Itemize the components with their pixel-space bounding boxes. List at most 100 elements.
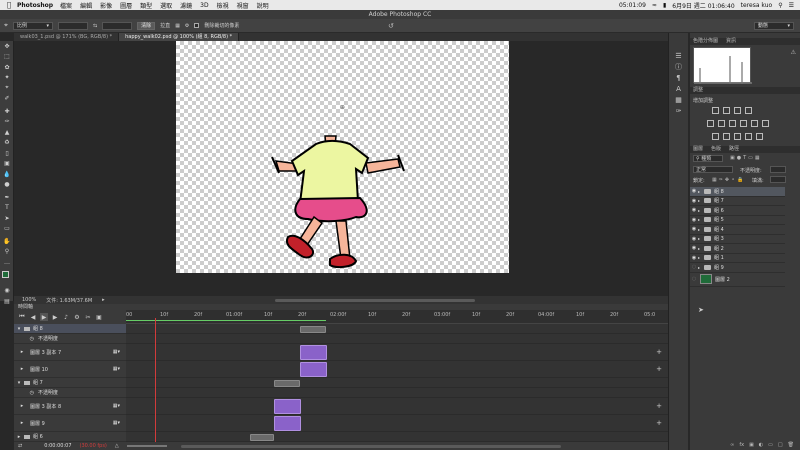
layer-clip[interactable] xyxy=(274,399,301,414)
healing-brush-tool-icon[interactable]: ✚ xyxy=(0,106,14,117)
height-input[interactable] xyxy=(102,21,133,30)
eye-icon[interactable]: ◉ xyxy=(690,188,698,194)
eye-icon[interactable]: ○ xyxy=(690,264,698,270)
shape-tool-icon[interactable]: ▭ xyxy=(0,224,14,235)
gradient-map-icon[interactable] xyxy=(745,133,752,140)
exposure-icon[interactable] xyxy=(745,107,752,114)
zoom-tool-icon[interactable]: ⚲ xyxy=(0,247,14,258)
add-media-icon[interactable]: + xyxy=(656,402,662,410)
threshold-icon[interactable] xyxy=(734,133,741,140)
info-panel-icon[interactable]: ⓘ xyxy=(669,62,688,73)
brush-panel-icon[interactable]: ✑ xyxy=(669,106,688,117)
brightness-icon[interactable] xyxy=(712,107,719,114)
group-clip[interactable] xyxy=(250,434,274,441)
layer-filter-icons[interactable]: ▣●T▭▦ xyxy=(730,155,762,161)
reset-icon[interactable]: ↺ xyxy=(388,22,394,30)
eye-icon[interactable]: ◉ xyxy=(690,226,698,232)
hue-saturation-icon[interactable] xyxy=(718,120,725,127)
blend-mode-select[interactable]: 正常 xyxy=(693,166,733,173)
wifi-icon[interactable]: ≈ xyxy=(652,2,657,9)
clear-button[interactable]: 清除 xyxy=(137,21,156,30)
timeline-layer-row[interactable]: ▸ 圖層 9 ▦▾ xyxy=(14,415,126,432)
histogram-refresh-icon[interactable]: ⚠ xyxy=(791,49,796,56)
screen-mode-icon[interactable]: ▤ xyxy=(0,296,14,307)
straighten-button[interactable]: 拉直 xyxy=(160,22,170,29)
adjustment-layer-icon[interactable]: ◐ xyxy=(759,442,763,450)
play-icon[interactable]: ▶ xyxy=(40,313,48,321)
timeline-layer-row[interactable]: ▸ 圖層 3 副本 8 ▦▾ xyxy=(14,398,126,415)
new-layer-icon[interactable]: □ xyxy=(778,442,783,450)
magic-wand-tool-icon[interactable]: ✦ xyxy=(0,73,14,84)
add-media-icon[interactable]: + xyxy=(656,419,662,427)
fill-input[interactable] xyxy=(770,176,786,183)
eye-icon[interactable]: ◉ xyxy=(690,245,698,251)
lasso-tool-icon[interactable]: ✿ xyxy=(0,62,14,73)
posterize-icon[interactable] xyxy=(723,133,730,140)
playhead[interactable] xyxy=(155,318,156,444)
tab-histogram[interactable]: 色階分佈圖 xyxy=(693,38,718,45)
delete-cropped-checkbox[interactable] xyxy=(194,23,200,28)
apple-icon[interactable]:  xyxy=(4,1,14,9)
menu-app[interactable]: Photoshop xyxy=(17,2,53,9)
eye-icon[interactable]: ◉ xyxy=(690,207,698,213)
menu-filter[interactable]: 濾鏡 xyxy=(180,1,192,10)
gradient-tool-icon[interactable]: ▣ xyxy=(0,159,14,170)
first-frame-icon[interactable]: ⏮ xyxy=(18,313,26,321)
layer-row[interactable]: ◉ ▸ 組 7 xyxy=(690,197,785,206)
width-input[interactable] xyxy=(57,21,88,30)
layer-row[interactable]: ○ ▸ 組 9 xyxy=(690,263,785,273)
layer-row[interactable]: ◉ ▸ 組 1 xyxy=(690,254,785,263)
add-media-icon[interactable]: + xyxy=(656,365,662,373)
layer-row[interactable]: ◉ ▸ 組 6 xyxy=(690,206,785,216)
zoom-level[interactable]: 100% xyxy=(22,297,36,303)
swap-icon[interactable]: ⇆ xyxy=(93,23,97,29)
stamp-tool-icon[interactable]: ▲ xyxy=(0,127,14,138)
film-icon[interactable]: ▦▾ xyxy=(113,403,120,409)
paragraph-panel-icon[interactable]: ¶ xyxy=(669,73,688,84)
menu-list-icon[interactable]: ☰ xyxy=(789,2,794,9)
tab-paths[interactable]: 路徑 xyxy=(729,146,739,153)
next-frame-icon[interactable]: ▶ xyxy=(51,313,59,321)
opacity-input[interactable] xyxy=(770,166,786,173)
timeline-layer-row[interactable]: ▾ 組 7 xyxy=(14,378,126,388)
timeline-zoom-slider[interactable] xyxy=(126,445,167,447)
channel-mixer-icon[interactable] xyxy=(762,120,769,127)
timeline-layer-row[interactable]: ▾ 組 8 xyxy=(14,324,126,334)
black-white-icon[interactable] xyxy=(740,120,747,127)
pen-tool-icon[interactable]: ✒ xyxy=(0,192,14,203)
timeline-property-row[interactable]: ◷ 不透明度 xyxy=(14,388,126,398)
quick-mask-icon[interactable]: ◉ xyxy=(0,286,14,297)
fx-icon[interactable]: fx xyxy=(739,442,744,450)
timeline-layer-row[interactable]: ▸ 圖層 3 副本 7 ▦▾ xyxy=(14,344,126,361)
settings-icon[interactable]: ⚙ xyxy=(73,313,81,321)
hand-tool-icon[interactable]: ✋ xyxy=(0,236,14,247)
tab-adjustments[interactable]: 調整 xyxy=(693,87,703,94)
timeline-property-row[interactable]: ◷ 不透明度 xyxy=(14,334,126,344)
dodge-tool-icon[interactable]: ● xyxy=(0,180,14,191)
group-clip[interactable] xyxy=(274,380,300,387)
timeline-scrollbar[interactable] xyxy=(180,444,561,448)
horizontal-scrollbar[interactable] xyxy=(274,298,475,302)
doc-tab-walk03[interactable]: walk03_1.psd @ 171% (BG, RGB/8) * xyxy=(14,33,120,41)
trash-icon[interactable]: 🗑 xyxy=(788,442,794,450)
marquee-tool-icon[interactable]: ⬚ xyxy=(0,52,14,63)
history-brush-tool-icon[interactable]: ♻ xyxy=(0,138,14,149)
eraser-tool-icon[interactable]: ▯ xyxy=(0,148,14,159)
menu-view[interactable]: 檢視 xyxy=(217,1,229,10)
work-area-bar[interactable] xyxy=(126,320,326,321)
new-group-icon[interactable]: ▭ xyxy=(768,442,773,450)
eye-icon[interactable]: ○ xyxy=(690,276,698,282)
document-canvas[interactable]: ⊕ xyxy=(176,41,509,273)
menu-select[interactable]: 選取 xyxy=(160,1,172,10)
link-icon[interactable]: ∞ xyxy=(730,442,734,450)
ratio-select[interactable]: 比例 ▾ xyxy=(12,21,53,30)
split-icon[interactable]: ✂ xyxy=(84,313,92,321)
foreground-color-swatch[interactable] xyxy=(2,270,9,278)
document-size[interactable]: 文件: 1.63M/37.6M xyxy=(46,297,92,304)
menu-edit[interactable]: 編輯 xyxy=(80,1,92,10)
layer-clip[interactable] xyxy=(274,416,301,431)
color-balance-icon[interactable] xyxy=(729,120,736,127)
layer-clip[interactable] xyxy=(300,345,327,360)
film-icon[interactable]: ▦▾ xyxy=(113,366,120,372)
vibrance-icon[interactable] xyxy=(707,120,714,127)
